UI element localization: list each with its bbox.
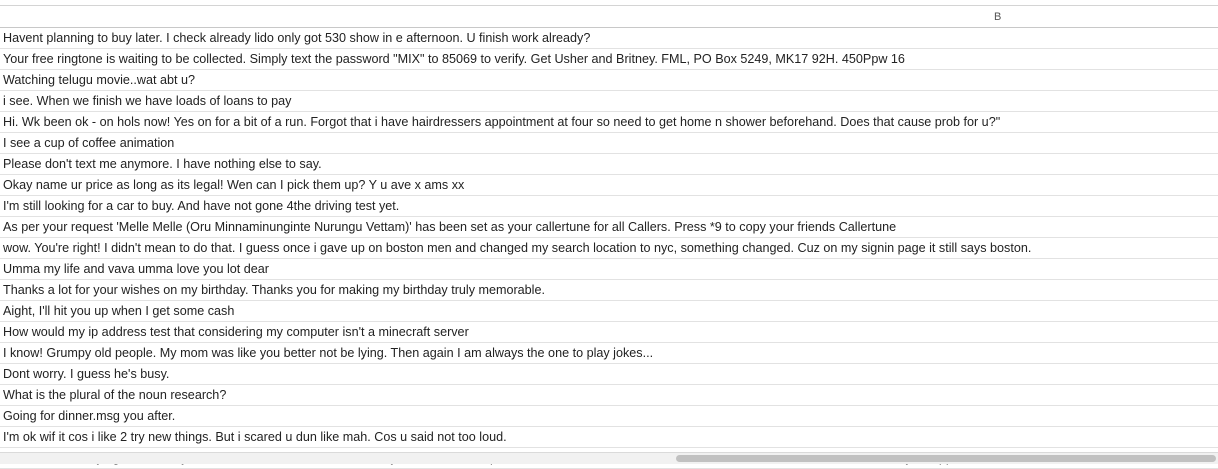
table-row[interactable]: I know! Grumpy old people. My mom was li… — [0, 343, 1218, 364]
scrollbar-thumb[interactable] — [676, 455, 1216, 462]
table-row[interactable]: Your free ringtone is waiting to be coll… — [0, 49, 1218, 70]
table-row[interactable]: Watching telugu movie..wat abt u? — [0, 70, 1218, 91]
table-row[interactable]: Havent planning to buy later. I check al… — [0, 28, 1218, 49]
column-header-b[interactable]: B — [994, 11, 1001, 23]
table-row[interactable]: I'm ok wif it cos i like 2 try new thing… — [0, 427, 1218, 448]
table-row[interactable]: How would my ip address test that consid… — [0, 322, 1218, 343]
column-header-bar: B — [0, 6, 1218, 28]
table-row[interactable]: Please don't text me anymore. I have not… — [0, 154, 1218, 175]
table-row[interactable]: Dont worry. I guess he's busy. — [0, 364, 1218, 385]
spreadsheet-view: B Havent planning to buy later. I check … — [0, 0, 1218, 469]
table-row[interactable]: I'm still looking for a car to buy. And … — [0, 196, 1218, 217]
table-row[interactable]: As per your request 'Melle Melle (Oru Mi… — [0, 217, 1218, 238]
data-rows: Havent planning to buy later. I check al… — [0, 28, 1218, 469]
table-row[interactable]: Hi. Wk been ok - on hols now! Yes on for… — [0, 112, 1218, 133]
horizontal-scrollbar[interactable] — [0, 452, 1218, 464]
table-row[interactable]: What is the plural of the noun research? — [0, 385, 1218, 406]
table-row[interactable]: Umma my life and vava umma love you lot … — [0, 259, 1218, 280]
table-row[interactable]: i see. When we finish we have loads of l… — [0, 91, 1218, 112]
table-row[interactable]: I see a cup of coffee animation — [0, 133, 1218, 154]
table-row[interactable]: Aight, I'll hit you up when I get some c… — [0, 301, 1218, 322]
table-row[interactable]: Thanks a lot for your wishes on my birth… — [0, 280, 1218, 301]
table-row[interactable]: Going for dinner.msg you after. — [0, 406, 1218, 427]
table-row[interactable]: Okay name ur price as long as its legal!… — [0, 175, 1218, 196]
table-row[interactable]: wow. You're right! I didn't mean to do t… — [0, 238, 1218, 259]
